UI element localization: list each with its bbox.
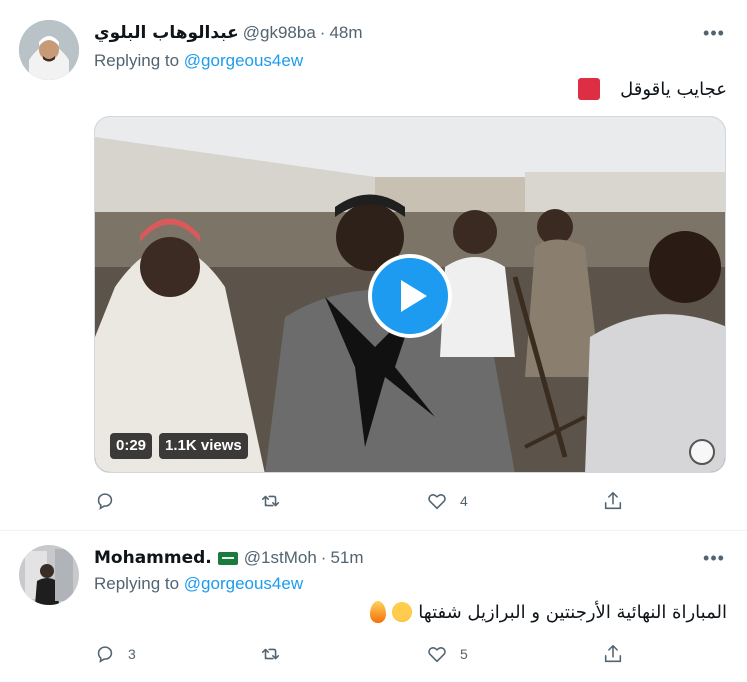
mention-link[interactable]: @gorgeous4ew <box>184 51 303 70</box>
tweet-text-content: عجايب ياقوقل <box>620 78 727 100</box>
play-icon[interactable] <box>368 254 452 338</box>
retweet-icon <box>261 648 280 660</box>
tweet-actions: 4 <box>94 490 726 514</box>
retweet-button[interactable] <box>260 490 294 512</box>
like-count: 5 <box>460 646 468 662</box>
reply-icon <box>97 646 113 663</box>
separator-dot: · <box>319 23 326 42</box>
replying-to: Replying to @gorgeous4ew <box>94 574 303 594</box>
more-icon[interactable]: ••• <box>703 22 725 44</box>
like-button[interactable]: 5 <box>426 643 468 665</box>
reply-button[interactable]: 3 <box>94 643 136 665</box>
tweet-text: المباراة النهائية الأرجنتين و البرازيل ش… <box>370 601 727 623</box>
timestamp[interactable]: 51m <box>330 548 363 568</box>
retweet-icon <box>261 495 280 507</box>
display-name[interactable]: عبدالوهاب البلوي <box>94 23 239 43</box>
mention-link[interactable]: @gorgeous4ew <box>184 574 303 593</box>
more-label: ••• <box>703 547 725 568</box>
video-settings-icon[interactable] <box>689 439 715 465</box>
star-struck-icon <box>392 602 413 622</box>
share-button[interactable] <box>602 643 624 665</box>
more-label: ••• <box>703 22 725 43</box>
tweet[interactable]: Mohammed. @1stMoh · 51m ••• Replying to … <box>0 531 747 682</box>
user-handle[interactable]: @1stMoh <box>244 548 317 568</box>
share-icon <box>604 644 622 663</box>
tweet-header: عبدالوهاب البلوي @gk98ba · 48m <box>94 22 363 44</box>
tweet-text: عجايب ياقوقل <box>578 78 727 100</box>
fire-icon <box>370 601 387 623</box>
reply-count: 3 <box>128 646 136 662</box>
replying-to: Replying to @gorgeous4ew <box>94 51 303 71</box>
tweet[interactable]: عبدالوهاب البلوي @gk98ba · 48m ••• Reply… <box>0 0 747 531</box>
replying-prefix: Replying to <box>94 51 184 70</box>
like-icon <box>428 647 446 663</box>
red-square-icon <box>578 78 601 100</box>
timestamp[interactable]: 48m <box>329 23 362 43</box>
retweet-button[interactable] <box>260 643 294 665</box>
share-icon <box>604 491 622 510</box>
video-player[interactable]: 0:29 1.1K views <box>94 116 726 473</box>
avatar[interactable] <box>19 545 79 605</box>
replying-prefix: Replying to <box>94 574 184 593</box>
tweet-text-content: المباراة النهائية الأرجنتين و البرازيل ش… <box>418 601 727 623</box>
video-views: 1.1K views <box>159 433 248 459</box>
user-handle[interactable]: @gk98ba <box>243 23 316 43</box>
saudi-flag-icon <box>217 551 238 565</box>
tweet-actions: 3 5 <box>94 643 726 667</box>
like-count: 4 <box>460 493 468 509</box>
reply-button[interactable] <box>94 490 128 512</box>
like-button[interactable]: 4 <box>426 490 468 512</box>
separator-dot: · <box>320 548 327 567</box>
display-name[interactable]: Mohammed. <box>94 548 212 568</box>
like-icon <box>428 494 446 510</box>
share-button[interactable] <box>602 490 624 512</box>
more-icon[interactable]: ••• <box>703 547 725 569</box>
avatar[interactable] <box>19 20 79 80</box>
tweet-header: Mohammed. @1stMoh · 51m <box>94 547 364 569</box>
video-duration: 0:29 <box>110 433 153 459</box>
reply-icon <box>97 493 113 510</box>
